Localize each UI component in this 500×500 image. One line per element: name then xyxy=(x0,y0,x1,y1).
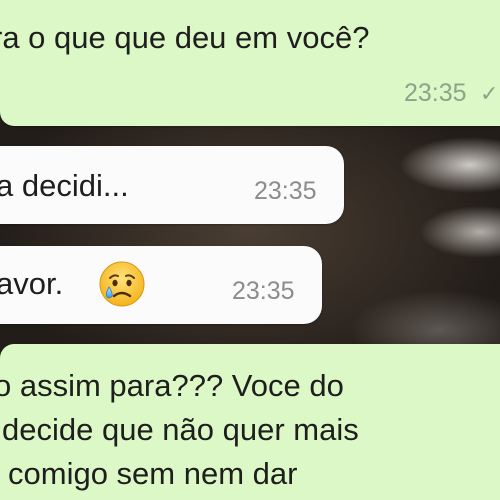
single-check-icon: ✓ xyxy=(480,81,499,106)
crying-face-emoji xyxy=(99,261,145,307)
message-timestamp: 23:35 xyxy=(232,277,295,305)
message-text-line: o assim para??? Voce do xyxy=(0,368,344,403)
message-text-line: decide que não quer mais xyxy=(2,412,359,447)
message-text: avor. xyxy=(0,266,64,301)
message-text-line: comigo sem nem dar xyxy=(8,456,298,491)
message-text: ra o que que deu em você? xyxy=(0,20,370,55)
incoming-message-bubble[interactable]: a decidi... 23:35 xyxy=(0,146,344,224)
message-timestamp: 23:35 xyxy=(404,79,467,107)
incoming-message-bubble[interactable]: avor. 23:35 xyxy=(0,246,322,324)
outgoing-message-bubble[interactable]: o assim para??? Voce do decide que não q… xyxy=(0,344,500,500)
message-text: a decidi... xyxy=(0,168,129,203)
outgoing-message-bubble[interactable]: ra o que que deu em você? 23:35 ✓ xyxy=(0,0,500,126)
message-timestamp: 23:35 xyxy=(254,177,317,205)
